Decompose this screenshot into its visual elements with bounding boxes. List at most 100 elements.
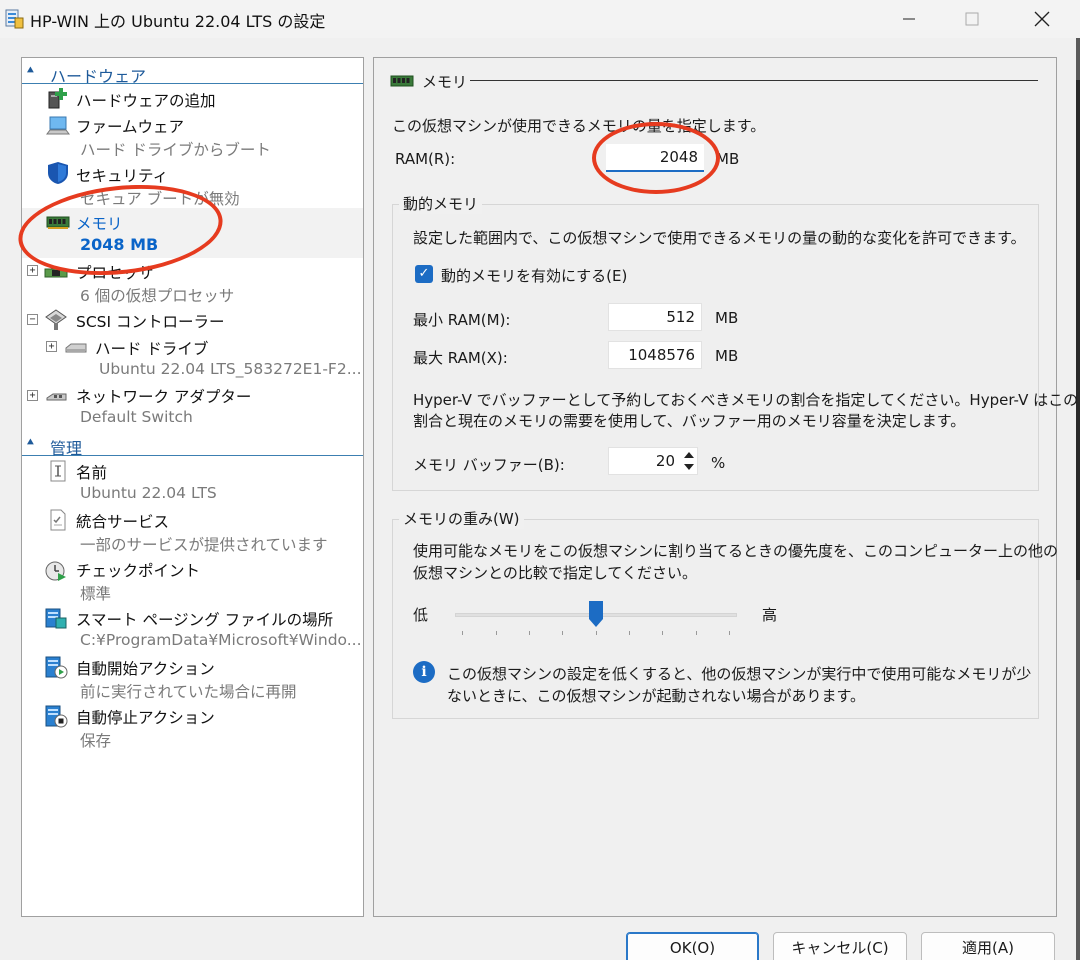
min-ram-input[interactable]: 512 bbox=[608, 303, 702, 331]
collapse-toggle-icon[interactable]: − bbox=[27, 314, 38, 325]
sidebar-item-security[interactable]: セキュリティ セキュア ブートが無効 bbox=[22, 160, 363, 208]
sidebar-item-sublabel: 保存 bbox=[80, 732, 112, 750]
info-icon: i bbox=[413, 661, 435, 683]
name-document-icon bbox=[50, 460, 66, 482]
expand-toggle-icon[interactable]: + bbox=[27, 390, 38, 401]
sidebar-item-label: ハードウェアの追加 bbox=[76, 92, 216, 110]
sidebar-item-add-hardware[interactable]: ハードウェアの追加 bbox=[22, 86, 363, 112]
buffer-description-line2: 割合と現在のメモリの需要を使用して、バッファー用のメモリ容量を決定します。 bbox=[413, 412, 966, 430]
window-edge-dark bbox=[1076, 80, 1080, 580]
slider-tick bbox=[696, 631, 697, 635]
sidebar-item-sublabel: セキュア ブートが無効 bbox=[80, 190, 240, 208]
memory-chip-icon bbox=[390, 75, 414, 87]
slider-tick bbox=[596, 631, 597, 635]
sidebar-item-label: プロセッサ bbox=[76, 264, 154, 282]
dynamic-memory-group: 動的メモリ 設定した範囲内で、この仮想マシンで使用できるメモリの量の動的な変化を… bbox=[392, 193, 1078, 491]
slider-tick bbox=[662, 631, 663, 635]
sidebar-item-auto-stop[interactable]: 自動停止アクション 保存 bbox=[22, 703, 363, 751]
expand-toggle-icon[interactable]: + bbox=[27, 265, 38, 276]
close-button[interactable] bbox=[1011, 0, 1073, 38]
sidebar-item-auto-start[interactable]: 自動開始アクション 前に実行されていた場合に再開 bbox=[22, 654, 363, 702]
sidebar-item-label: 自動開始アクション bbox=[76, 660, 215, 678]
hyperv-settings-icon bbox=[5, 9, 24, 29]
management-section-header[interactable]: ⯅ 管理 bbox=[22, 432, 363, 458]
sidebar-item-label: 統合サービス bbox=[76, 513, 170, 531]
sidebar-item-sublabel: C:¥ProgramData¥Microsoft¥Windo... bbox=[80, 631, 362, 649]
slider-low-label: 低 bbox=[413, 606, 429, 624]
max-ram-unit: MB bbox=[715, 347, 739, 365]
sidebar-item-smart-paging[interactable]: スマート ページング ファイルの場所 C:¥ProgramData¥Micros… bbox=[22, 605, 363, 653]
memory-weight-slider-thumb[interactable] bbox=[589, 601, 603, 627]
sidebar-item-sublabel: Ubuntu 22.04 LTS_583272E1-F2... bbox=[99, 360, 362, 378]
sidebar-item-sublabel: Ubuntu 22.04 LTS bbox=[80, 484, 217, 502]
memory-description: この仮想マシンが使用できるメモリの量を指定します。 bbox=[392, 117, 766, 135]
memory-weight-info-line1: この仮想マシンの設定を低くすると、他の仮想マシンが実行中で使用可能なメモリが少 bbox=[447, 665, 1032, 683]
sidebar-item-sublabel: 前に実行されていた場合に再開 bbox=[80, 683, 297, 701]
memory-settings-panel: メモリ この仮想マシンが使用できるメモリの量を指定します。 RAM(R): 20… bbox=[373, 57, 1078, 917]
memory-weight-info-line2: ないときに、この仮想マシンが起動されない場合があります。 bbox=[447, 687, 866, 705]
ok-button[interactable]: OK(O) bbox=[626, 932, 759, 960]
sidebar-item-scsi-controller[interactable]: − SCSI コントローラー bbox=[22, 308, 363, 334]
network-adapter-icon bbox=[46, 393, 67, 401]
window-title: HP-WIN 上の Ubuntu 22.04 LTS の設定 bbox=[30, 12, 326, 31]
enable-dynamic-memory-label[interactable]: 動的メモリを有効にする(E) bbox=[441, 265, 627, 286]
buffer-unit: % bbox=[711, 454, 726, 472]
sidebar-item-label: ファームウェア bbox=[76, 118, 185, 136]
sidebar-item-memory[interactable]: メモリ 2048 MB bbox=[22, 208, 363, 258]
slider-high-label: 高 bbox=[762, 606, 778, 624]
management-section-label: 管理 bbox=[50, 439, 83, 458]
memory-weight-group: メモリの重み(W) 使用可能なメモリをこの仮想マシンに割り当てるときの優先度を、… bbox=[392, 508, 1058, 719]
memory-weight-description-line1: 使用可能なメモリをこの仮想マシンに割り当てるときの優先度を、このコンピューター上… bbox=[413, 542, 1059, 560]
sidebar-item-sublabel: Default Switch bbox=[80, 408, 193, 426]
hard-drive-icon bbox=[65, 343, 87, 353]
sidebar-item-hard-drive[interactable]: + ハード ドライブ Ubuntu 22.04 LTS_583272E1-F2.… bbox=[22, 334, 363, 382]
auto-start-icon bbox=[45, 656, 68, 679]
sidebar-item-sublabel: 2048 MB bbox=[80, 235, 159, 254]
max-ram-label: 最大 RAM(X): bbox=[413, 349, 508, 367]
sidebar-item-label: メモリ bbox=[76, 215, 123, 233]
apply-button[interactable]: 適用(A) bbox=[921, 932, 1055, 960]
sidebar-item-label: ネットワーク アダプター bbox=[76, 388, 252, 406]
memory-weight-title: メモリの重み(W) bbox=[399, 508, 524, 529]
sidebar-item-label: チェックポイント bbox=[76, 562, 201, 580]
processor-icon bbox=[44, 268, 68, 278]
sidebar-item-name[interactable]: 名前 Ubuntu 22.04 LTS bbox=[22, 458, 363, 506]
minimize-button[interactable] bbox=[878, 0, 940, 38]
sidebar-item-sublabel: ハード ドライブからブート bbox=[80, 141, 271, 159]
sidebar-item-label: SCSI コントローラー bbox=[76, 313, 225, 331]
slider-tick bbox=[629, 631, 630, 635]
sidebar-item-label: スマート ページング ファイルの場所 bbox=[76, 611, 334, 629]
maximize-button[interactable] bbox=[941, 0, 1003, 38]
sidebar-item-firmware[interactable]: ファームウェア ハード ドライブからブート bbox=[22, 112, 363, 160]
sidebar-item-integration-services[interactable]: 統合サービス 一部のサービスが提供されています bbox=[22, 507, 363, 555]
expand-toggle-icon[interactable]: + bbox=[46, 341, 57, 352]
ram-label: RAM(R): bbox=[395, 150, 456, 168]
ram-input[interactable]: 2048 bbox=[606, 144, 704, 172]
collapse-chevron-icon[interactable]: ⯅ bbox=[26, 436, 35, 450]
sidebar-item-processor[interactable]: + プロセッサ 6 個の仮想プロセッサ bbox=[22, 258, 363, 306]
memory-chip-icon bbox=[46, 216, 70, 229]
auto-stop-icon bbox=[45, 705, 68, 728]
add-hardware-icon bbox=[48, 88, 67, 109]
slider-tick bbox=[529, 631, 530, 635]
enable-dynamic-memory-checkbox[interactable]: ✓ bbox=[415, 265, 433, 283]
smart-paging-icon bbox=[45, 608, 67, 629]
sidebar-item-sublabel: 6 個の仮想プロセッサ bbox=[80, 287, 235, 305]
integration-services-icon bbox=[50, 509, 66, 531]
cancel-button[interactable]: キャンセル(C) bbox=[773, 932, 907, 960]
slider-tick bbox=[562, 631, 563, 635]
settings-tree[interactable]: ⯅ ハードウェア ハードウェアの追加 ファームウェア ハード ドライブからブート… bbox=[21, 57, 364, 917]
max-ram-input[interactable]: 1048576 bbox=[608, 341, 702, 369]
buffer-label: メモリ バッファー(B): bbox=[413, 456, 565, 474]
minimize-icon bbox=[903, 18, 915, 20]
title-bar: HP-WIN 上の Ubuntu 22.04 LTS の設定 bbox=[0, 0, 1080, 38]
memory-weight-description-line2: 仮想マシンとの比較で指定してください。 bbox=[413, 564, 697, 582]
spin-arrows-icon[interactable] bbox=[680, 448, 698, 474]
shield-icon bbox=[48, 162, 68, 184]
sidebar-item-checkpoint[interactable]: チェックポイント 標準 bbox=[22, 556, 363, 604]
min-ram-label: 最小 RAM(M): bbox=[413, 311, 511, 329]
collapse-chevron-icon[interactable]: ⯅ bbox=[26, 64, 35, 78]
sidebar-item-network-adapter[interactable]: + ネットワーク アダプター Default Switch bbox=[22, 382, 363, 430]
firmware-monitor-icon bbox=[46, 116, 70, 135]
hardware-section-header[interactable]: ⯅ ハードウェア bbox=[22, 60, 363, 86]
